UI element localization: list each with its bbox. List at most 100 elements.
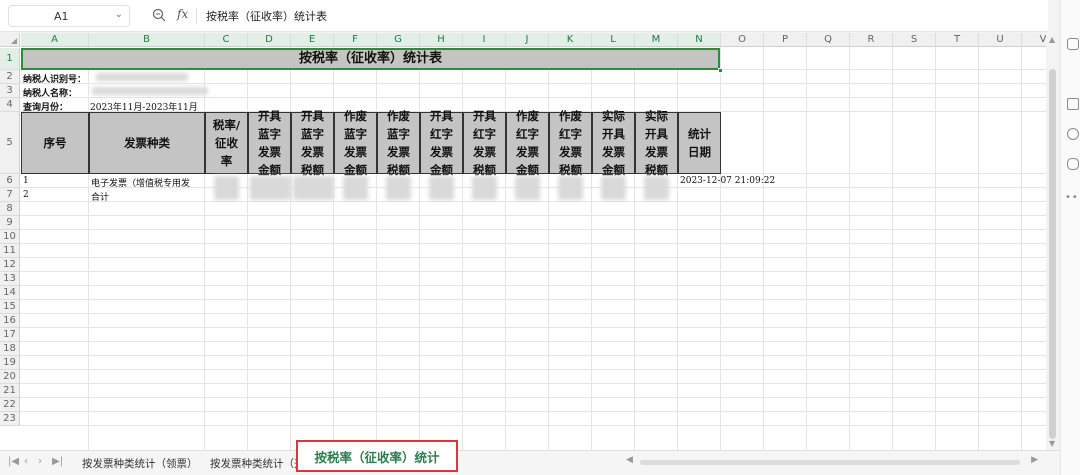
row-header-16[interactable]: 16	[0, 314, 20, 328]
column-header-v[interactable]: V	[1022, 33, 1046, 47]
row-header-2[interactable]: 2	[0, 70, 20, 84]
column-header-s[interactable]: S	[893, 33, 936, 47]
column-header-d[interactable]: D	[248, 33, 291, 47]
header-void-red-amount: 作废 红字 发票 金额	[506, 109, 549, 177]
table-row-seq[interactable]: 2	[23, 190, 29, 200]
sheet-tab-invoice-type-issue[interactable]: 按发票种类统计（领票）	[82, 456, 198, 471]
grid-line	[20, 215, 1046, 216]
sheet-title[interactable]: 按税率（征收率）统计表	[21, 48, 720, 70]
prev-sheet-icon[interactable]: ‹	[24, 456, 28, 467]
header-actual-amount-line: 实际	[602, 109, 625, 123]
first-sheet-icon[interactable]: |◀	[8, 456, 19, 467]
sheet-tab-by-rate[interactable]: 按税率（征收率）统计	[296, 440, 458, 472]
row-header-11[interactable]: 11	[0, 244, 20, 258]
row-header-14[interactable]: 14	[0, 286, 20, 300]
column-header-i[interactable]: I	[463, 33, 506, 47]
chevron-down-icon[interactable]: ⌄	[115, 9, 123, 20]
column-header-q[interactable]: Q	[807, 33, 850, 47]
vertical-scroll-thumb[interactable]	[1049, 69, 1056, 439]
row-header-21[interactable]: 21	[0, 384, 20, 398]
redacted-value	[343, 176, 368, 200]
function-icon[interactable]: fx	[177, 7, 188, 21]
header-blue-amount-line: 开具	[258, 109, 281, 123]
next-sheet-icon[interactable]: ›	[38, 456, 42, 467]
grid-line	[88, 47, 89, 450]
table-row-invoice-type[interactable]: 电子发票（增值税专用发	[91, 176, 190, 189]
grid-line	[763, 47, 764, 450]
row-header-5[interactable]: 5	[0, 112, 20, 174]
formula-content[interactable]: 按税率（征收率）统计表	[206, 8, 327, 24]
settings-tool-icon[interactable]	[1067, 158, 1079, 170]
select-all-corner[interactable]	[0, 33, 20, 47]
vertical-scrollbar[interactable]: ▲ ▼	[1046, 33, 1060, 450]
redacted-value	[214, 176, 239, 200]
zoom-icon[interactable]	[152, 8, 166, 22]
row-header-12[interactable]: 12	[0, 258, 20, 272]
row-header-4[interactable]: 4	[0, 98, 20, 112]
column-header-a[interactable]: A	[21, 33, 89, 47]
table-row-seq[interactable]: 1	[23, 176, 29, 186]
row-header-7[interactable]: 7	[0, 188, 20, 202]
name-box[interactable]: A1 ⌄	[8, 5, 130, 27]
row-header-9[interactable]: 9	[0, 216, 20, 230]
horizontal-scrollbar[interactable]: ◀ ▶	[622, 455, 1042, 467]
table-row-stat-date[interactable]: 2023-12-07 21:09:22	[680, 176, 775, 186]
pointer-tool-icon[interactable]	[1067, 38, 1079, 50]
table-row-invoice-type[interactable]: 合计	[91, 190, 109, 203]
row-header-1[interactable]: 1	[0, 48, 20, 70]
column-header-p[interactable]: P	[764, 33, 807, 47]
row-header-20[interactable]: 20	[0, 370, 20, 384]
column-header-c[interactable]: C	[205, 33, 248, 47]
row-header-17[interactable]: 17	[0, 328, 20, 342]
row-header-13[interactable]: 13	[0, 272, 20, 286]
grid-line	[1021, 47, 1022, 450]
column-header-j[interactable]: J	[506, 33, 549, 47]
selection-fill-handle[interactable]	[718, 68, 723, 73]
row-header-19[interactable]: 19	[0, 356, 20, 370]
column-header-u[interactable]: U	[979, 33, 1022, 47]
header-actual-amount-line: 开具	[602, 127, 625, 141]
column-header-o[interactable]: O	[721, 33, 764, 47]
column-header-l[interactable]: L	[592, 33, 635, 47]
header-rate-line: 税率/	[212, 118, 241, 132]
column-header-g[interactable]: G	[377, 33, 420, 47]
grid-line	[204, 47, 205, 450]
row-header-23[interactable]: 23	[0, 412, 20, 426]
horizontal-scroll-thumb[interactable]	[640, 460, 1020, 465]
document-tool-icon[interactable]	[1067, 98, 1079, 110]
scroll-up-icon[interactable]: ▲	[1049, 35, 1055, 44]
redacted-value	[515, 176, 540, 200]
header-actual-tax-line: 发票	[645, 145, 668, 159]
scroll-down-icon[interactable]: ▼	[1049, 439, 1055, 448]
row-header-10[interactable]: 10	[0, 230, 20, 244]
column-header-k[interactable]: K	[549, 33, 592, 47]
taxpayer-id-label: 纳税人识别号：	[23, 75, 87, 85]
sheet-grid[interactable]: A B C D E F G H I J K L M N O P Q R S T U V 1 2 3 4 5 6 7 8 9 10 11 12 13 1…	[0, 33, 1046, 450]
grid-line	[20, 285, 1046, 286]
more-icon[interactable]: •••	[1065, 192, 1080, 203]
row-header-18[interactable]: 18	[0, 342, 20, 356]
column-header-b[interactable]: B	[89, 33, 205, 47]
row-header-22[interactable]: 22	[0, 398, 20, 412]
grid-line	[591, 47, 592, 450]
column-header-f[interactable]: F	[334, 33, 377, 47]
scroll-right-icon[interactable]: ▶	[1031, 455, 1038, 465]
row-header-8[interactable]: 8	[0, 202, 20, 216]
redacted-value	[429, 176, 454, 200]
row-header-3[interactable]: 3	[0, 84, 20, 98]
row-header-6[interactable]: 6	[0, 174, 20, 188]
scroll-left-icon[interactable]: ◀	[626, 455, 633, 465]
row-header-15[interactable]: 15	[0, 300, 20, 314]
last-sheet-icon[interactable]: ▶|	[52, 456, 63, 467]
column-header-r[interactable]: R	[850, 33, 893, 47]
column-header-n[interactable]: N	[678, 33, 721, 47]
sheet-tab-invoice-type-open[interactable]: 按发票种类统计（开	[210, 456, 305, 471]
shape-tool-icon[interactable]	[1067, 128, 1079, 140]
column-header-e[interactable]: E	[291, 33, 334, 47]
redacted-value	[558, 176, 583, 200]
header-blue-amount: 开具 蓝字 发票 金额	[248, 109, 291, 177]
grid-line	[634, 47, 635, 450]
column-header-m[interactable]: M	[635, 33, 678, 47]
column-header-h[interactable]: H	[420, 33, 463, 47]
column-header-t[interactable]: T	[936, 33, 979, 47]
